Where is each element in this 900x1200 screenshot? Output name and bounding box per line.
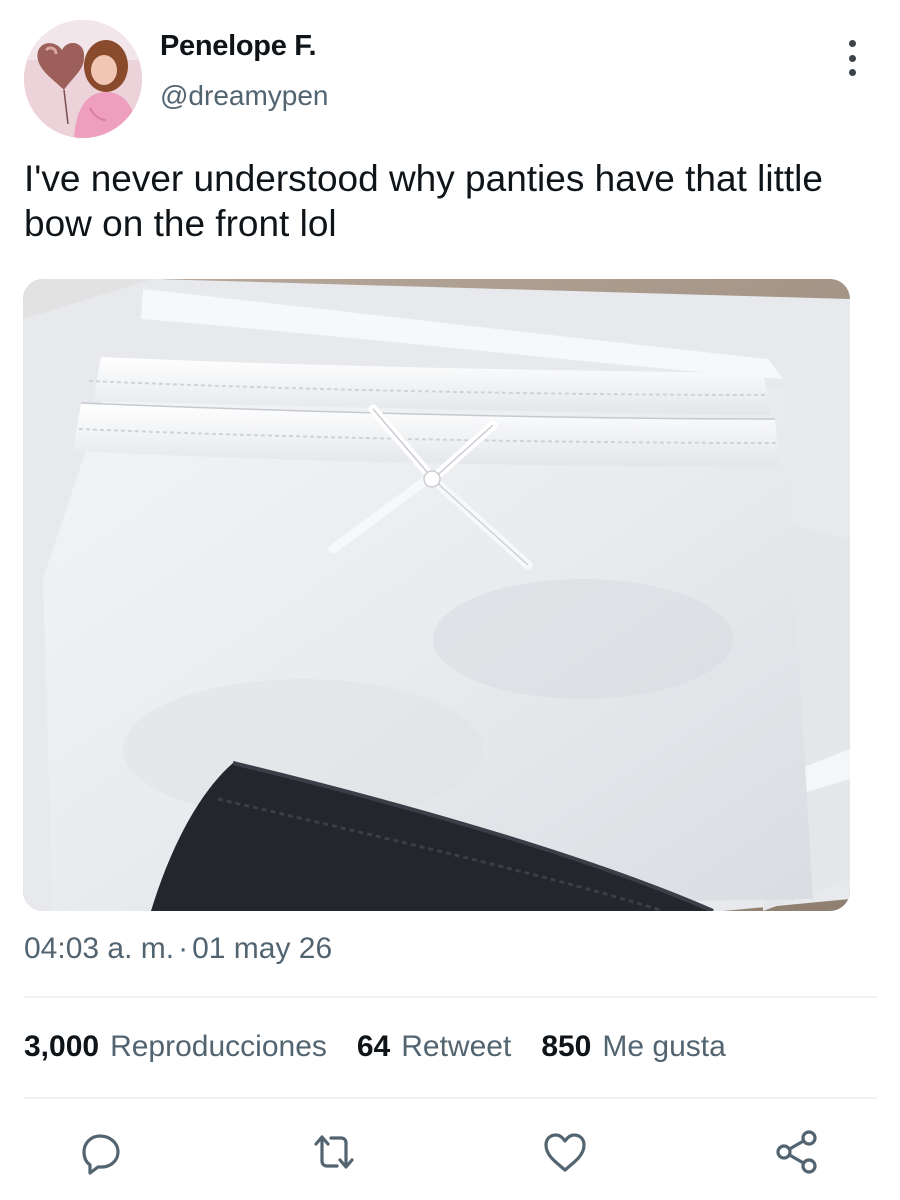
author-display-name[interactable]: Penelope F. — [160, 30, 317, 63]
views-count: 3,000 — [24, 1030, 100, 1063]
likes-stat[interactable]: 850 Me gusta — [541, 1030, 725, 1064]
like-icon — [544, 1133, 586, 1172]
tweet-stats: 3,000 Reproducciones 64 Retweet 850 Me g… — [24, 1030, 726, 1064]
author-handle[interactable]: @dreamypen — [160, 80, 329, 112]
tweet-date: 01 may 26 — [192, 932, 333, 965]
tweet-text: I've never understood why panties have t… — [24, 158, 823, 244]
avatar-photo — [24, 20, 142, 138]
avatar[interactable] — [24, 20, 142, 138]
tweet-media-photo[interactable] — [23, 279, 850, 911]
retweets-count: 64 — [356, 1030, 391, 1063]
action-bar — [0, 1128, 900, 1176]
likes-count: 850 — [541, 1030, 592, 1063]
meta-separator: · — [178, 932, 189, 965]
more-options-icon[interactable] — [836, 38, 868, 78]
divider — [24, 1097, 877, 1099]
share-button[interactable] — [773, 1128, 821, 1176]
tweet-time: 04:03 a. m. — [24, 932, 175, 965]
views-stat[interactable]: 3,000 Reproducciones — [24, 1030, 327, 1064]
tweet-timestamp[interactable]: 04:03 a. m. · 01 may 26 — [24, 932, 332, 966]
reply-icon — [82, 1134, 120, 1175]
retweets-label: Retweet — [401, 1030, 512, 1063]
retweet-button[interactable] — [310, 1128, 358, 1176]
retweet-icon — [314, 1135, 354, 1169]
more-dot — [848, 69, 856, 76]
retweets-stat[interactable]: 64 Retweet — [357, 1030, 511, 1064]
like-button[interactable] — [541, 1128, 589, 1176]
views-label: Reproducciones — [110, 1030, 327, 1063]
divider — [24, 996, 877, 998]
panties-photo — [23, 279, 850, 911]
likes-label: Me gusta — [602, 1030, 726, 1063]
share-icon — [776, 1130, 817, 1174]
more-dot — [848, 40, 856, 47]
more-dot — [848, 54, 856, 62]
reply-button[interactable] — [78, 1128, 126, 1176]
